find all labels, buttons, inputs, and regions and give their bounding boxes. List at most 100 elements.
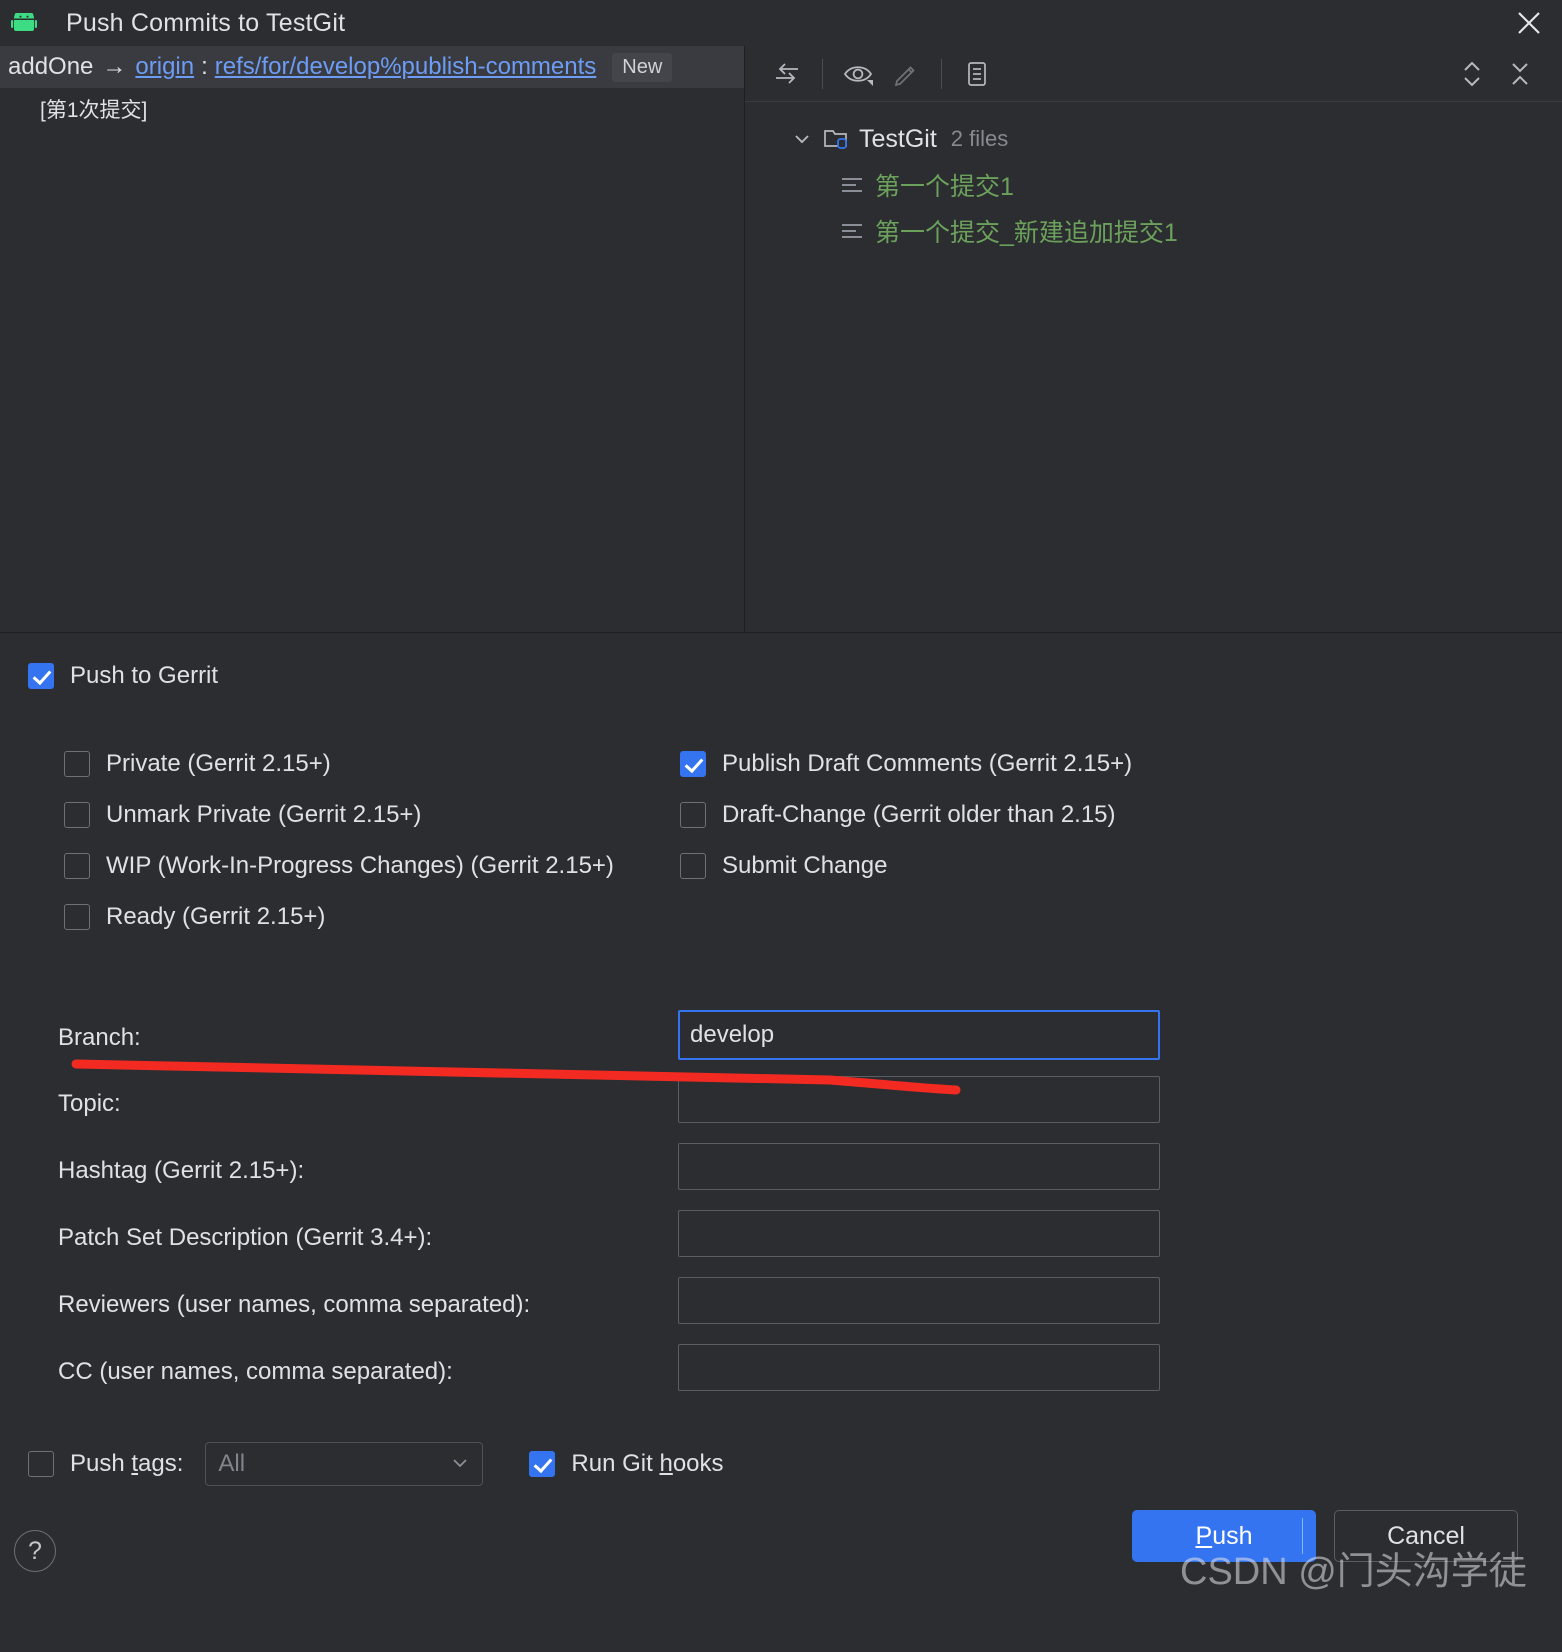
toolbar-divider xyxy=(822,58,823,89)
checkbox-box[interactable] xyxy=(529,1451,556,1477)
new-branch-badge: New xyxy=(612,52,673,82)
show-diff-icon[interactable] xyxy=(763,50,811,98)
option-row: Publish Draft Comments (Gerrit 2.15+) xyxy=(680,738,1132,789)
gerrit-options-left: Private (Gerrit 2.15+) Unmark Private (G… xyxy=(64,738,614,942)
option-row: Private (Gerrit 2.15+) xyxy=(64,738,614,789)
run-git-hooks-checkbox[interactable]: Run Git hooks xyxy=(529,1450,724,1478)
help-button[interactable]: ? xyxy=(14,1530,56,1572)
unmark-private-label: Unmark Private (Gerrit 2.15+) xyxy=(106,800,422,828)
run-git-hooks-label: Run Git hooks xyxy=(571,1450,723,1478)
submit-change-checkbox[interactable]: Submit Change xyxy=(680,852,887,880)
close-icon[interactable] xyxy=(1508,2,1550,44)
push-commits-dialog: Push Commits to TestGit addOne → origin … xyxy=(0,0,1562,1652)
push-button[interactable]: Push xyxy=(1132,1510,1316,1562)
push-dropdown-divider[interactable] xyxy=(1302,1518,1303,1554)
publish-draft-comments-checkbox[interactable]: Publish Draft Comments (Gerrit 2.15+) xyxy=(680,750,1132,778)
tree-toolbar-right xyxy=(1448,50,1562,98)
checkbox-box[interactable] xyxy=(64,801,90,828)
group-by-directory-icon[interactable] xyxy=(953,50,1001,98)
commit-message[interactable]: [第1次提交] xyxy=(0,88,744,124)
tree-file-label: 第一个提交_新建追加提交1 xyxy=(875,219,1178,247)
patch-set-description-label: Patch Set Description (Gerrit 3.4+): xyxy=(58,1224,433,1251)
checkbox-box[interactable] xyxy=(28,663,54,689)
commits-pane: addOne → origin : refs/for/develop%publi… xyxy=(0,46,745,632)
publish-draft-comments-label: Publish Draft Comments (Gerrit 2.15+) xyxy=(722,749,1133,777)
remote-link[interactable]: origin xyxy=(135,53,194,81)
tree-root-label: TestGit xyxy=(859,124,937,153)
title-bar: Push Commits to TestGit xyxy=(0,0,1562,46)
push-tags-label: Push tags: xyxy=(70,1450,183,1478)
run-git-hooks-label-pre: Run Git xyxy=(571,1450,660,1477)
source-branch-label: addOne xyxy=(8,53,94,80)
field-row-branch: Branch: xyxy=(0,1010,1562,1076)
topic-input[interactable] xyxy=(678,1076,1160,1123)
topic-label: Topic: xyxy=(58,1090,121,1117)
chevron-down-icon[interactable] xyxy=(450,1452,470,1477)
push-tags-select-value: All xyxy=(218,1450,246,1477)
wip-checkbox[interactable]: WIP (Work-In-Progress Changes) (Gerrit 2… xyxy=(64,852,614,880)
option-row: Draft-Change (Gerrit older than 2.15) xyxy=(680,789,1132,840)
bottom-controls: Push tags: All Run Git hooks xyxy=(28,1442,724,1486)
checkbox-box[interactable] xyxy=(680,852,706,879)
run-git-hooks-label-accel: h xyxy=(659,1450,673,1477)
patch-set-description-input[interactable] xyxy=(678,1210,1160,1257)
checkbox-box[interactable] xyxy=(64,903,90,930)
hashtag-input[interactable] xyxy=(678,1143,1160,1190)
push-tags-label-pre: Push xyxy=(70,1450,132,1477)
cc-input[interactable] xyxy=(678,1344,1160,1391)
gerrit-options-right: Publish Draft Comments (Gerrit 2.15+) Dr… xyxy=(680,738,1132,891)
branch-input[interactable] xyxy=(678,1010,1160,1060)
field-row-hashtag: Hashtag (Gerrit 2.15+): xyxy=(0,1143,1562,1210)
draft-change-checkbox[interactable]: Draft-Change (Gerrit older than 2.15) xyxy=(680,801,1116,829)
wip-label: WIP (Work-In-Progress Changes) (Gerrit 2… xyxy=(106,851,614,879)
private-checkbox[interactable]: Private (Gerrit 2.15+) xyxy=(64,750,331,778)
field-row-patchset: Patch Set Description (Gerrit 3.4+): xyxy=(0,1210,1562,1277)
window-title: Push Commits to TestGit xyxy=(66,8,346,37)
checkbox-box[interactable] xyxy=(64,750,90,777)
commit-target-header[interactable]: addOne → origin : refs/for/develop%publi… xyxy=(0,46,744,88)
ready-label: Ready (Gerrit 2.15+) xyxy=(106,902,326,930)
tree-root-count: 2 files xyxy=(950,126,1009,151)
push-to-gerrit-label: Push to Gerrit xyxy=(70,662,219,689)
cc-label: CC (user names, comma separated): xyxy=(58,1358,453,1385)
push-button-accel: P xyxy=(1195,1521,1213,1550)
tree-row-file-2[interactable]: 第一个提交_新建追加提交1 xyxy=(745,208,1562,254)
tree-file-label: 第一个提交1 xyxy=(875,173,1014,201)
expand-all-icon[interactable] xyxy=(1448,50,1496,98)
collapse-all-icon[interactable] xyxy=(1496,50,1544,98)
reviewers-label: Reviewers (user names, comma separated): xyxy=(58,1291,531,1318)
edit-pencil-icon[interactable] xyxy=(882,50,930,98)
toolbar-divider-2 xyxy=(941,58,942,89)
push-button-label: ush xyxy=(1212,1521,1253,1550)
submit-change-label: Submit Change xyxy=(722,851,888,879)
ready-checkbox[interactable]: Ready (Gerrit 2.15+) xyxy=(64,903,325,931)
tree-row-file-1[interactable]: 第一个提交1 xyxy=(745,162,1562,208)
push-to-gerrit-checkbox[interactable]: Push to Gerrit xyxy=(28,662,218,690)
run-git-hooks-label-post: ooks xyxy=(672,1450,724,1477)
changed-files-tree: TestGit 2 files 第一个提交1 第一个提交_新建追加提交1 xyxy=(745,102,1562,254)
push-tags-select[interactable]: All xyxy=(205,1442,484,1486)
tree-toolbar xyxy=(745,46,1562,102)
unmark-private-checkbox[interactable]: Unmark Private (Gerrit 2.15+) xyxy=(64,801,421,829)
tree-row-root[interactable]: TestGit 2 files xyxy=(745,116,1562,162)
checkbox-box[interactable] xyxy=(64,852,90,879)
cancel-button[interactable]: Cancel xyxy=(1334,1510,1518,1562)
hashtag-label: Hashtag (Gerrit 2.15+): xyxy=(58,1157,305,1184)
push-split-panes: addOne → origin : refs/for/develop%publi… xyxy=(0,46,1562,632)
checkbox-box[interactable] xyxy=(28,1451,54,1477)
push-tags-checkbox[interactable]: Push tags: xyxy=(28,1450,183,1478)
arrow-icon: → xyxy=(102,53,127,80)
module-folder-icon xyxy=(819,126,853,152)
checkbox-box[interactable] xyxy=(680,801,706,828)
preview-eye-icon[interactable] xyxy=(834,50,882,98)
push-tags-label-post: ags: xyxy=(138,1450,184,1477)
option-row: Ready (Gerrit 2.15+) xyxy=(64,891,614,942)
chevron-down-icon[interactable] xyxy=(785,129,819,149)
file-text-icon xyxy=(835,220,869,242)
target-ref-link[interactable]: refs/for/develop%publish-comments xyxy=(215,53,597,81)
field-row-cc: CC (user names, comma separated): xyxy=(0,1344,1562,1411)
private-label: Private (Gerrit 2.15+) xyxy=(106,749,331,777)
checkbox-box[interactable] xyxy=(680,750,706,777)
reviewers-input[interactable] xyxy=(678,1277,1160,1324)
option-row: WIP (Work-In-Progress Changes) (Gerrit 2… xyxy=(64,840,614,891)
